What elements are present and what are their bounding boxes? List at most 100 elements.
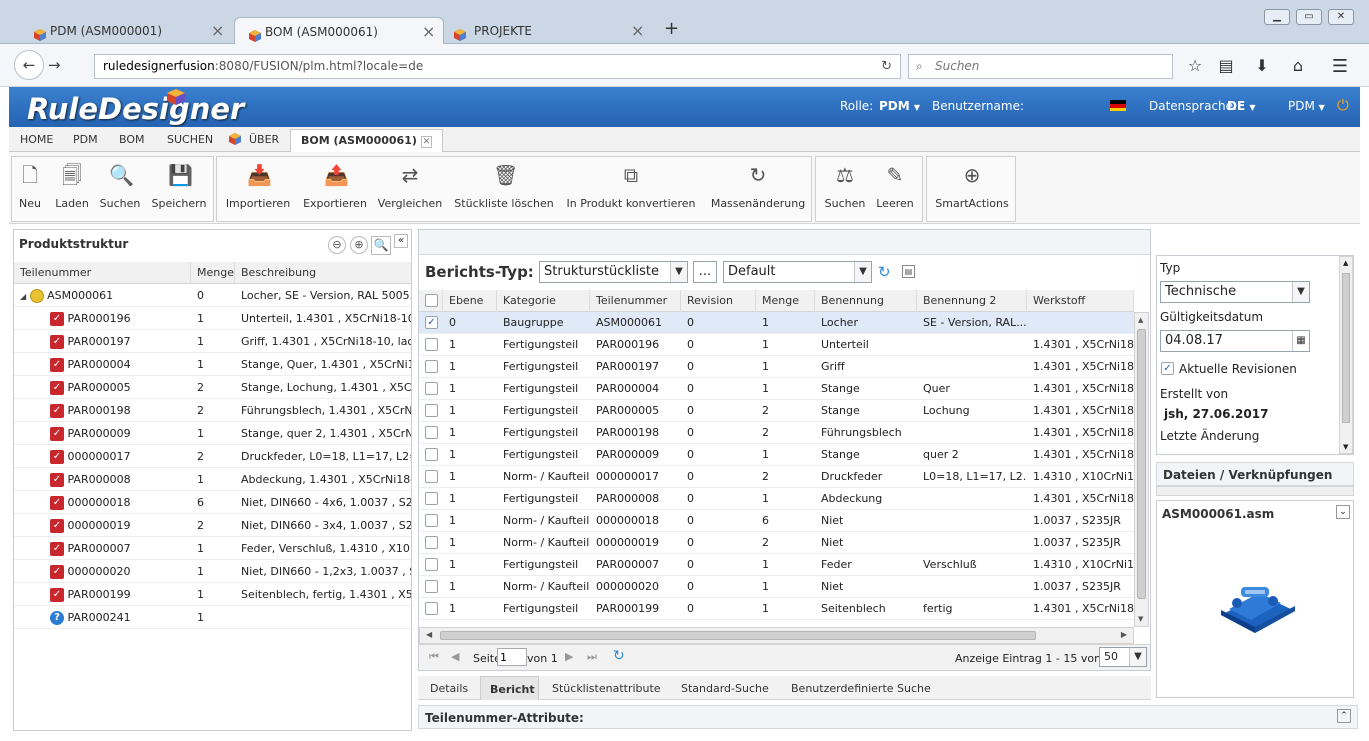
close-tab-icon[interactable]: × <box>631 17 644 45</box>
speichern-button[interactable]: 💾 Speichern <box>148 157 210 223</box>
tree-row[interactable]: ✓ PAR000199 1 Seitenblech, fertig, 1.4301 … <box>14 584 411 606</box>
exportieren-button[interactable]: 📤 Exportieren <box>301 157 369 223</box>
column-ebene[interactable]: Ebene <box>443 290 497 312</box>
aktuelle-revisionen-checkbox[interactable]: ✓ <box>1161 362 1174 375</box>
table-row[interactable]: 1 Norm- / Kaufteil 000000019 0 2 Niet 1.0037 ,… <box>419 532 1134 554</box>
table-row[interactable]: 1 Fertigungsteil PAR000004 0 1 Stange Quer 1.43… <box>419 378 1134 400</box>
table-row[interactable]: 1 Fertigungsteil PAR000197 0 1 Griff 1.4301 , … <box>419 356 1134 378</box>
tree-row[interactable]: ✓ PAR000008 1 Abdeckung, 1.4301 , X5CrNi18… <box>14 469 411 491</box>
tree-row[interactable]: ✓ PAR000196 1 Unterteil, 1.4301 , X5CrNi18… <box>14 308 411 330</box>
table-row[interactable]: 1 Norm- / Kaufteil 000000018 0 6 Niet 1.0037 ,… <box>419 510 1134 532</box>
search-icon[interactable]: 🔍 <box>371 236 391 255</box>
3d-preview-image[interactable] <box>1215 583 1297 638</box>
row-checkbox[interactable] <box>425 580 438 593</box>
properties-scrollbar[interactable]: ▲ ▼ <box>1339 256 1353 454</box>
close-tab-icon[interactable]: ✕ <box>420 136 433 148</box>
tab-stuecklistenattribute[interactable]: Stücklistenattribute <box>552 682 661 695</box>
smartactions-button[interactable]: ⊕ SmartActions <box>929 157 1015 223</box>
collapse-down-icon[interactable]: ⌄ <box>1336 505 1350 519</box>
datensprache-dropdown[interactable]: DE ▼ <box>1227 99 1256 113</box>
power-icon[interactable]: ⏻ <box>1337 96 1349 114</box>
download-icon[interactable]: ⬇ <box>1252 56 1272 75</box>
table-row[interactable]: 1 Norm- / Kaufteil 000000020 0 1 Niet 1.0037 ,… <box>419 576 1134 598</box>
menu-pdm[interactable]: PDM <box>73 133 98 146</box>
pdm-dropdown[interactable]: PDM ▼ <box>1288 99 1325 113</box>
dateien-scrollbar[interactable] <box>1156 486 1354 496</box>
page-size-select[interactable]: 50 ▼ <box>1099 647 1147 667</box>
calendar-icon[interactable]: ▦ <box>1292 331 1309 351</box>
collapse-all-icon[interactable]: ⊖ <box>328 236 346 254</box>
tree-row[interactable]: ✓ 000000019 2 Niet, DIN660 - 3x4, 1.0037 ,… <box>14 515 411 537</box>
table-row[interactable]: 1 Fertigungsteil PAR000199 0 1 Seitenblech fer… <box>419 598 1134 620</box>
expand-up-icon[interactable]: ⌃ <box>1337 709 1351 723</box>
tab-standard-suche[interactable]: Standard-Suche <box>681 682 769 695</box>
forward-icon[interactable]: → <box>48 56 61 74</box>
suchen-button[interactable]: 🔍 Suchen <box>98 157 142 223</box>
column-benennung[interactable]: Benennung <box>815 290 917 312</box>
in-produkt-konvertieren-button[interactable]: ⧉ In Produkt konvertieren <box>564 157 698 223</box>
tree-row[interactable]: ✓ PAR000197 1 Griff, 1.4301 , X5CrNi18-10,… <box>14 331 411 353</box>
leeren-button[interactable]: ✎ Leeren <box>872 157 918 223</box>
vergleichen-button[interactable]: ⇄ Vergleichen <box>377 157 443 223</box>
importieren-button[interactable]: 📥 Importieren <box>223 157 293 223</box>
browser-tab-projekte[interactable]: PROJEKTE × <box>444 17 654 45</box>
tree-row[interactable]: ✓ 000000020 1 Niet, DIN660 - 1,2x3, 1.0037… <box>14 561 411 583</box>
last-page-icon[interactable]: ⏭ <box>587 650 597 664</box>
more-button[interactable]: ... <box>693 261 717 283</box>
typ-select[interactable]: Technische ▼ <box>1160 281 1310 303</box>
table-row[interactable]: 1 Fertigungsteil PAR000005 0 2 Stange Lochung 1… <box>419 400 1134 422</box>
hscrollbar-thumb[interactable] <box>440 631 1036 640</box>
menu-bom[interactable]: BOM <box>119 133 145 146</box>
scrollbar-thumb[interactable] <box>1137 329 1146 599</box>
bookmark-star-icon[interactable]: ☆ <box>1185 56 1205 75</box>
scroll-down-icon[interactable]: ▼ <box>1343 443 1348 451</box>
menu-icon[interactable]: ☰ <box>1330 56 1350 77</box>
row-checkbox[interactable]: ✓ <box>425 316 438 329</box>
scroll-left-icon[interactable]: ◀ <box>426 630 432 639</box>
table-row[interactable]: 1 Norm- / Kaufteil 000000017 0 2 Druckfeder L0… <box>419 466 1134 488</box>
scroll-up-icon[interactable]: ▲ <box>1343 259 1348 267</box>
tab-benutzerdefinierte-suche[interactable]: Benutzerdefinierte Suche <box>791 682 931 695</box>
column-werkstoff[interactable]: Werkstoff <box>1027 290 1134 312</box>
tree-row[interactable]: ✓ PAR000005 2 Stange, Lochung, 1.4301 , X5… <box>14 377 411 399</box>
browser-search-input[interactable]: ⌕ Suchen <box>908 54 1173 79</box>
scroll-right-icon[interactable]: ▶ <box>1121 630 1127 639</box>
page-number-input[interactable] <box>497 648 527 666</box>
tree-row[interactable]: ◢ ASM000061 0 Locher, SE - Version, RAL 50… <box>14 285 411 307</box>
url-bar[interactable]: ruledesignerfusion:8080/FUSION/plm.html?… <box>94 54 901 79</box>
close-window-button[interactable]: ✕ <box>1328 9 1354 25</box>
menu-ueber[interactable]: ÜBER <box>249 133 279 146</box>
row-checkbox[interactable] <box>425 514 438 527</box>
column-teilenummer[interactable]: Teilenummer <box>590 290 681 312</box>
berichts-typ-select[interactable]: Strukturstückliste ▼ <box>539 261 688 283</box>
tree-row[interactable]: ✓ PAR000007 1 Feder, Verschluß, 1.4310 , X… <box>14 538 411 560</box>
laden-button[interactable]: 🗐 Laden <box>50 157 94 223</box>
scrollbar-thumb[interactable] <box>1342 273 1350 423</box>
column-beschreibung[interactable]: Beschreibung <box>235 262 411 284</box>
row-checkbox[interactable] <box>425 602 438 615</box>
collapse-panel-icon[interactable]: « <box>394 234 408 248</box>
expand-toggle-icon[interactable]: ◢ <box>20 292 26 301</box>
row-checkbox[interactable] <box>425 360 438 373</box>
tree-row[interactable]: ✓ PAR000198 2 Führungsblech, 1.4301 , X5Cr… <box>14 400 411 422</box>
tree-row[interactable]: ✓ PAR000004 1 Stange, Quer, 1.4301 , X5CrN… <box>14 354 411 376</box>
expand-all-icon[interactable]: ⊕ <box>350 236 368 254</box>
back-icon[interactable]: ← <box>14 50 44 80</box>
tree-row[interactable]: ✓ PAR000009 1 Stange, quer 2, 1.4301 , X5C… <box>14 423 411 445</box>
column-kategorie[interactable]: Kategorie <box>497 290 590 312</box>
maximize-button[interactable]: ▭ <box>1296 9 1322 25</box>
tree-row[interactable]: ? PAR000241 1 <box>14 607 411 629</box>
select-all-checkbox[interactable] <box>425 294 438 307</box>
row-checkbox[interactable] <box>425 448 438 461</box>
row-checkbox[interactable] <box>425 492 438 505</box>
refresh-icon[interactable]: ↻ <box>613 648 625 664</box>
column-teilenummer[interactable]: Teilenummer <box>14 262 191 284</box>
suchen-filter-button[interactable]: ⚖ Suchen <box>822 157 868 223</box>
column-menge[interactable]: Menge <box>756 290 815 312</box>
layout-select[interactable]: Default ▼ <box>723 261 872 283</box>
scroll-up-icon[interactable]: ▲ <box>1138 316 1143 324</box>
settings-grid-icon[interactable]: ▤ <box>902 265 915 278</box>
row-checkbox[interactable] <box>425 404 438 417</box>
browser-tab-bom[interactable]: BOM (ASM000061) × <box>234 17 444 45</box>
stueckliste-loeschen-button[interactable]: 🗑 Stückliste löschen <box>453 157 555 223</box>
